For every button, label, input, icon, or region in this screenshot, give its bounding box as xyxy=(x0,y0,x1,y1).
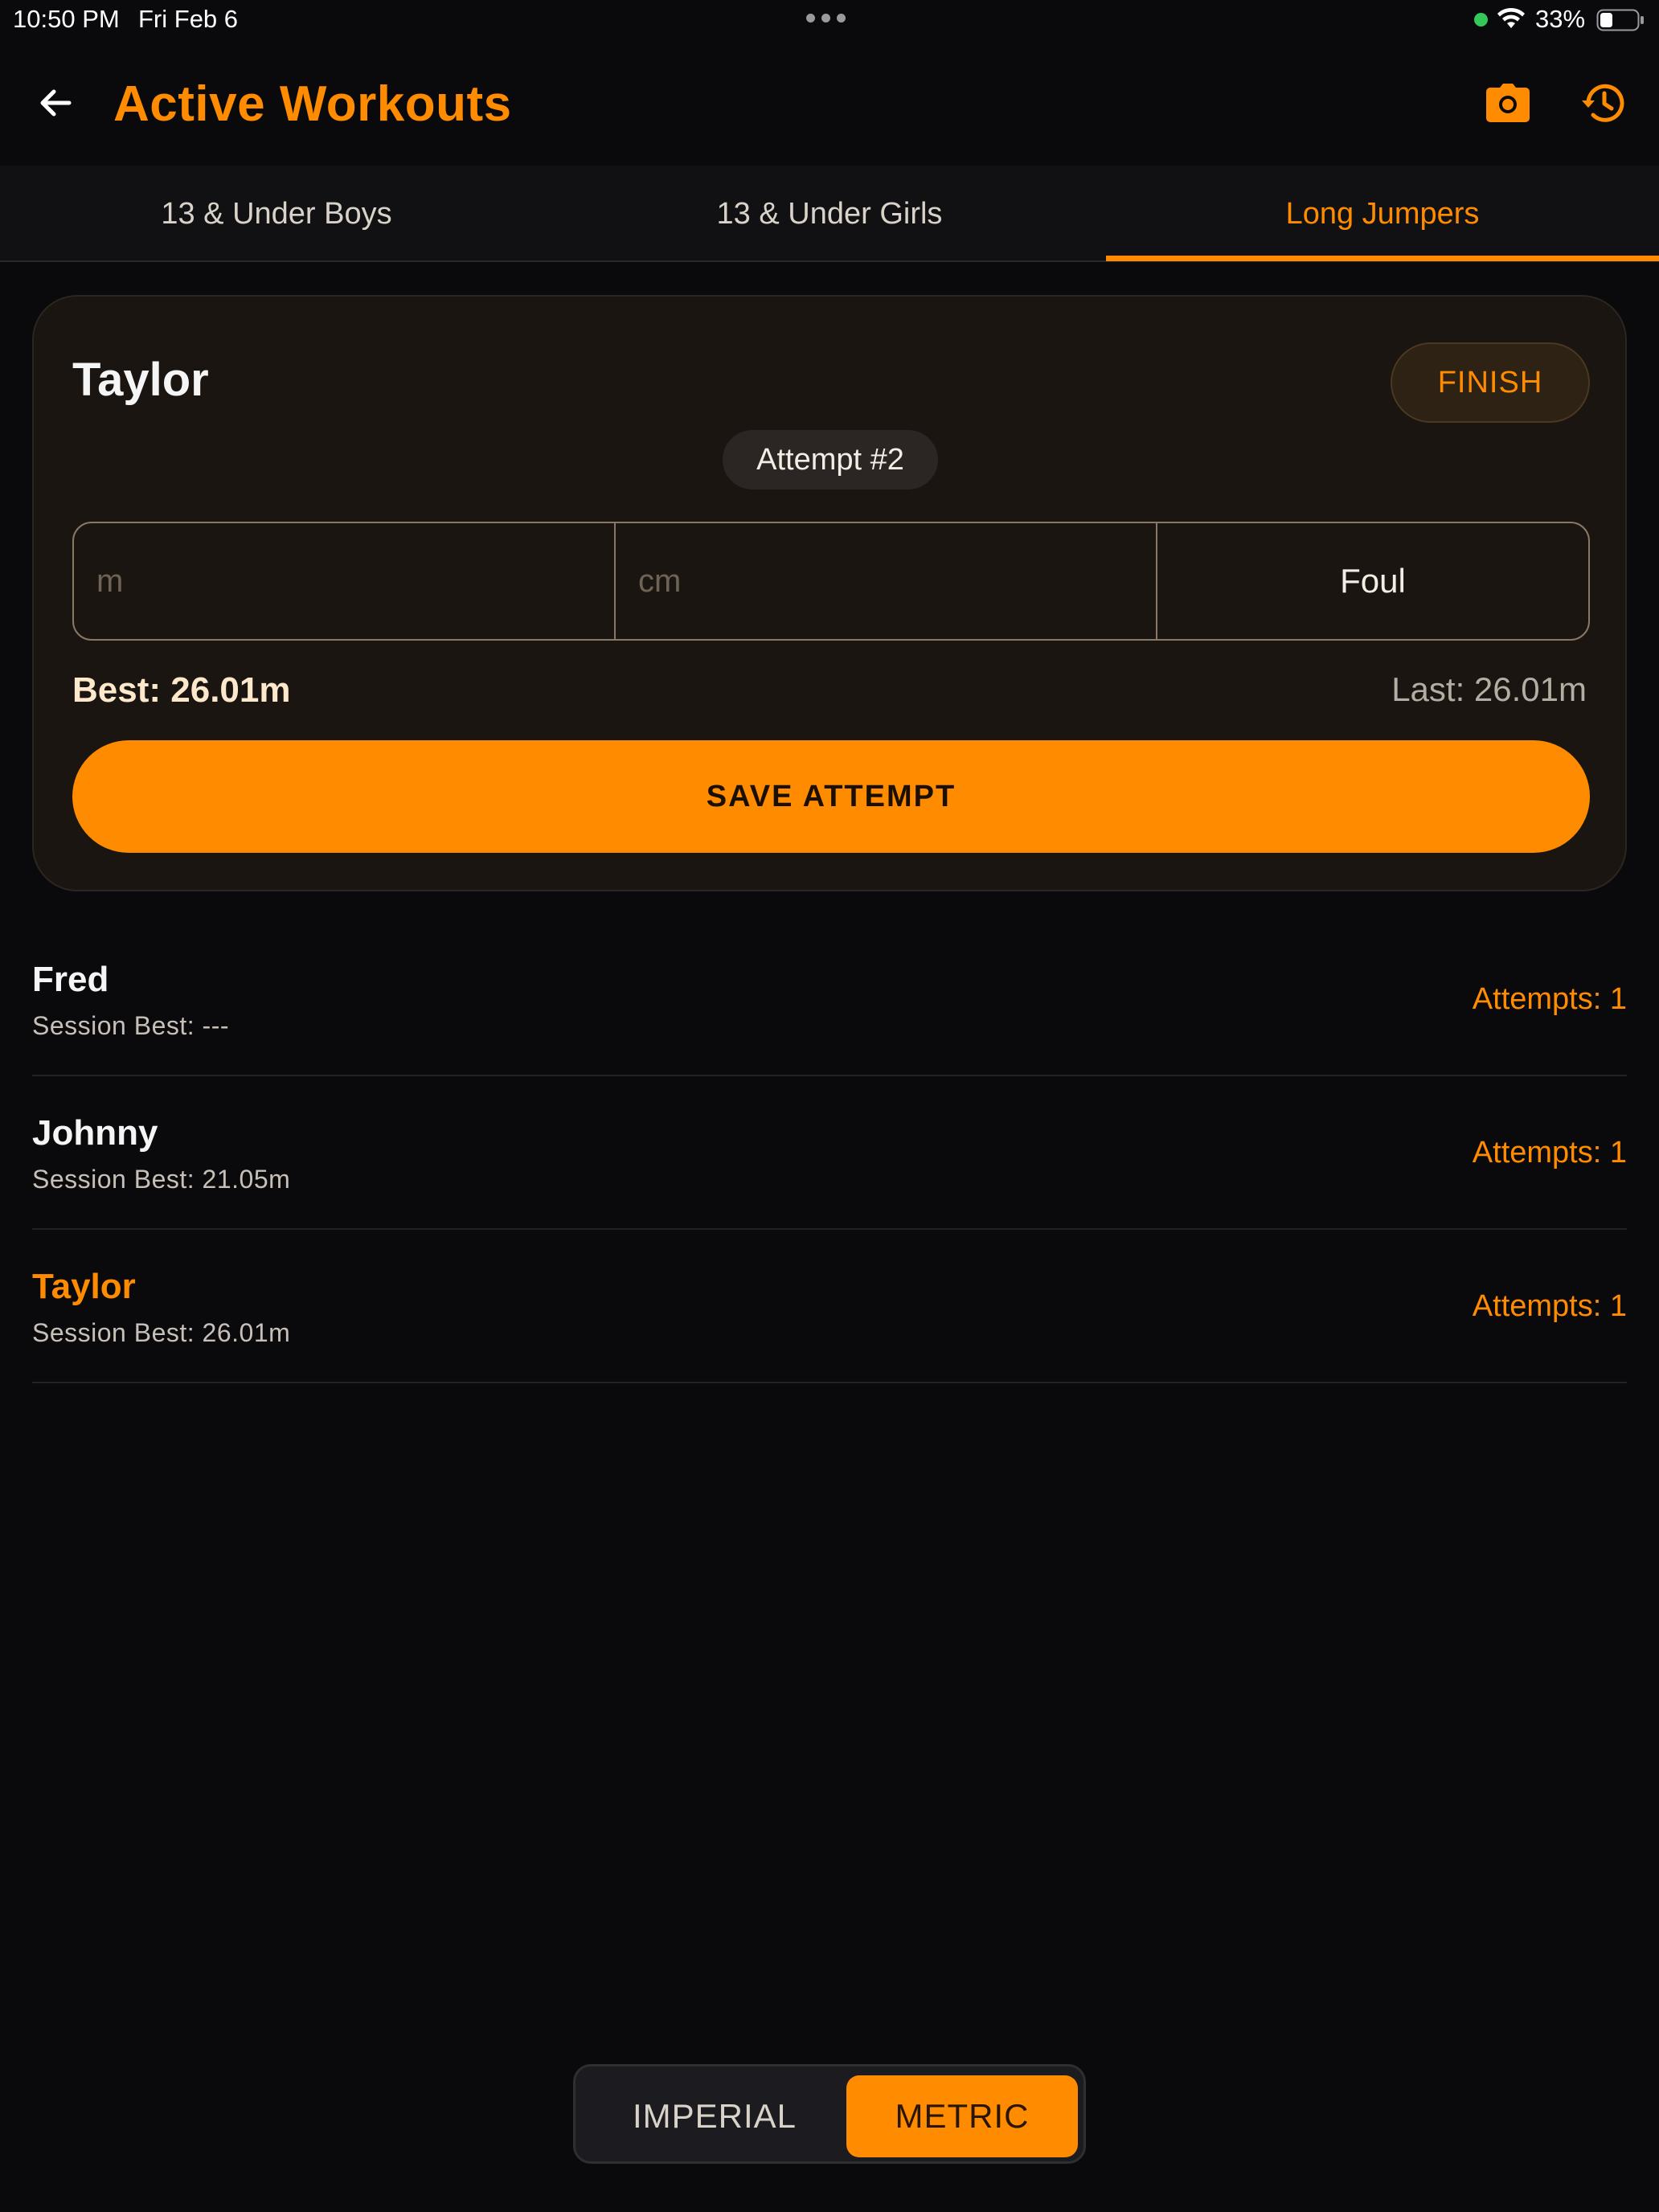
session-best: Session Best: 21.05m xyxy=(32,1165,291,1194)
last-mark: Last: 26.01m xyxy=(1391,670,1587,708)
meters-field-container xyxy=(74,523,616,639)
save-attempt-button[interactable]: SAVE ATTEMPT xyxy=(72,740,1590,853)
centimeters-field-container xyxy=(616,523,1157,639)
unit-toggle: IMPERIAL METRIC xyxy=(573,2064,1086,2164)
session-best: Session Best: --- xyxy=(32,1011,230,1040)
session-best: Session Best: 26.01m xyxy=(32,1318,291,1347)
foul-button[interactable]: Foul xyxy=(1157,523,1588,639)
battery-percent: 33% xyxy=(1535,5,1586,33)
arrow-left-icon xyxy=(40,89,72,117)
active-athlete-name: Taylor xyxy=(72,354,209,406)
attempts-count: Attempts: 1 xyxy=(1472,982,1627,1016)
active-tab-indicator xyxy=(1106,256,1659,261)
athlete-name: Johnny xyxy=(32,1113,158,1153)
battery-icon xyxy=(1596,9,1644,31)
attempts-count: Attempts: 1 xyxy=(1472,1289,1627,1323)
app-screen: 10:50 PM Fri Feb 6 33% Active Workouts 1… xyxy=(0,0,1659,2212)
attempt-number-badge: Attempt #2 xyxy=(723,430,938,490)
athlete-list: Fred Session Best: --- Attempts: 1 Johnn… xyxy=(32,923,1627,1383)
active-athlete-card: Taylor FINISH Attempt #2 Foul Best: 26.0… xyxy=(32,295,1627,891)
history-icon xyxy=(1582,84,1624,122)
list-item[interactable]: Fred Session Best: --- Attempts: 1 xyxy=(32,923,1627,1076)
centimeters-input[interactable] xyxy=(616,523,1156,639)
list-item[interactable]: Taylor Session Best: 26.01m Attempts: 1 xyxy=(32,1230,1627,1383)
group-tabs: 13 & Under Boys 13 & Under Girls Long Ju… xyxy=(0,166,1659,262)
tab-13-under-girls[interactable]: 13 & Under Girls xyxy=(553,166,1106,262)
back-button[interactable] xyxy=(29,76,82,129)
camera-button[interactable] xyxy=(1482,77,1534,129)
measurement-input-group: Foul xyxy=(72,522,1590,641)
history-button[interactable] xyxy=(1577,77,1628,129)
status-bar: 10:50 PM Fri Feb 6 33% xyxy=(0,0,1659,40)
camera-in-use-indicator xyxy=(1474,13,1488,27)
meters-input[interactable] xyxy=(74,523,614,639)
wifi-icon xyxy=(1497,7,1525,28)
page-title: Active Workouts xyxy=(113,76,512,132)
attempts-count: Attempts: 1 xyxy=(1472,1136,1627,1169)
metric-option[interactable]: METRIC xyxy=(846,2075,1078,2157)
best-mark: Best: 26.01m xyxy=(72,670,291,710)
status-time: 10:50 PM xyxy=(13,5,120,33)
tab-13-under-boys[interactable]: 13 & Under Boys xyxy=(0,166,553,262)
camera-icon xyxy=(1486,84,1530,122)
finish-button[interactable]: FINISH xyxy=(1391,342,1590,423)
app-bar: Active Workouts xyxy=(0,48,1659,161)
tab-long-jumpers[interactable]: Long Jumpers xyxy=(1106,166,1659,262)
imperial-option[interactable]: IMPERIAL xyxy=(584,2075,845,2157)
athlete-name: Taylor xyxy=(32,1267,136,1306)
multitasking-dots-icon[interactable] xyxy=(806,14,846,23)
list-item[interactable]: Johnny Session Best: 21.05m Attempts: 1 xyxy=(32,1076,1627,1230)
status-date: Fri Feb 6 xyxy=(138,5,239,33)
athlete-name: Fred xyxy=(32,960,109,999)
